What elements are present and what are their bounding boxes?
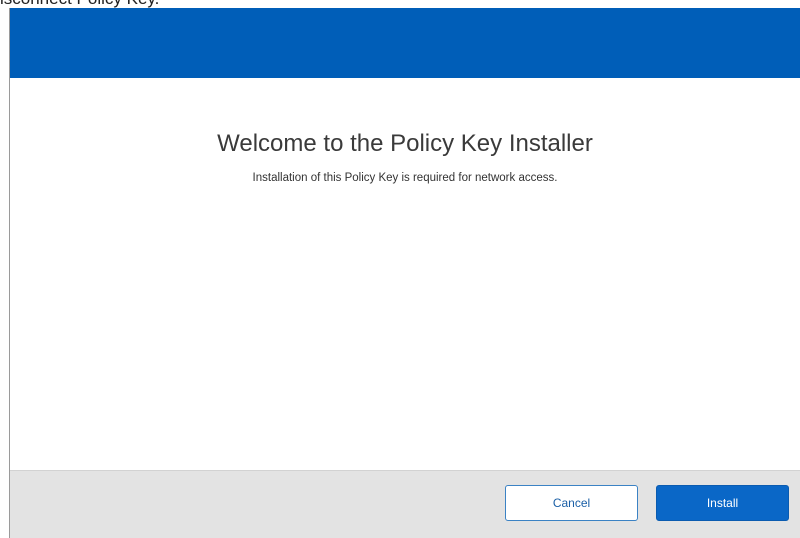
dialog-footer: Cancel Install bbox=[10, 470, 800, 538]
page-title: Welcome to the Policy Key Installer bbox=[217, 130, 593, 157]
screen: isconnect Policy Key. Welcome to the Pol… bbox=[0, 0, 800, 538]
dialog-content: Welcome to the Policy Key Installer Inst… bbox=[10, 78, 800, 470]
header-banner bbox=[10, 8, 800, 78]
page-description: Installation of this Policy Key is requi… bbox=[252, 172, 558, 184]
cancel-button[interactable]: Cancel bbox=[505, 485, 638, 521]
installer-dialog: Welcome to the Policy Key Installer Inst… bbox=[9, 8, 800, 538]
install-button[interactable]: Install bbox=[656, 485, 789, 521]
